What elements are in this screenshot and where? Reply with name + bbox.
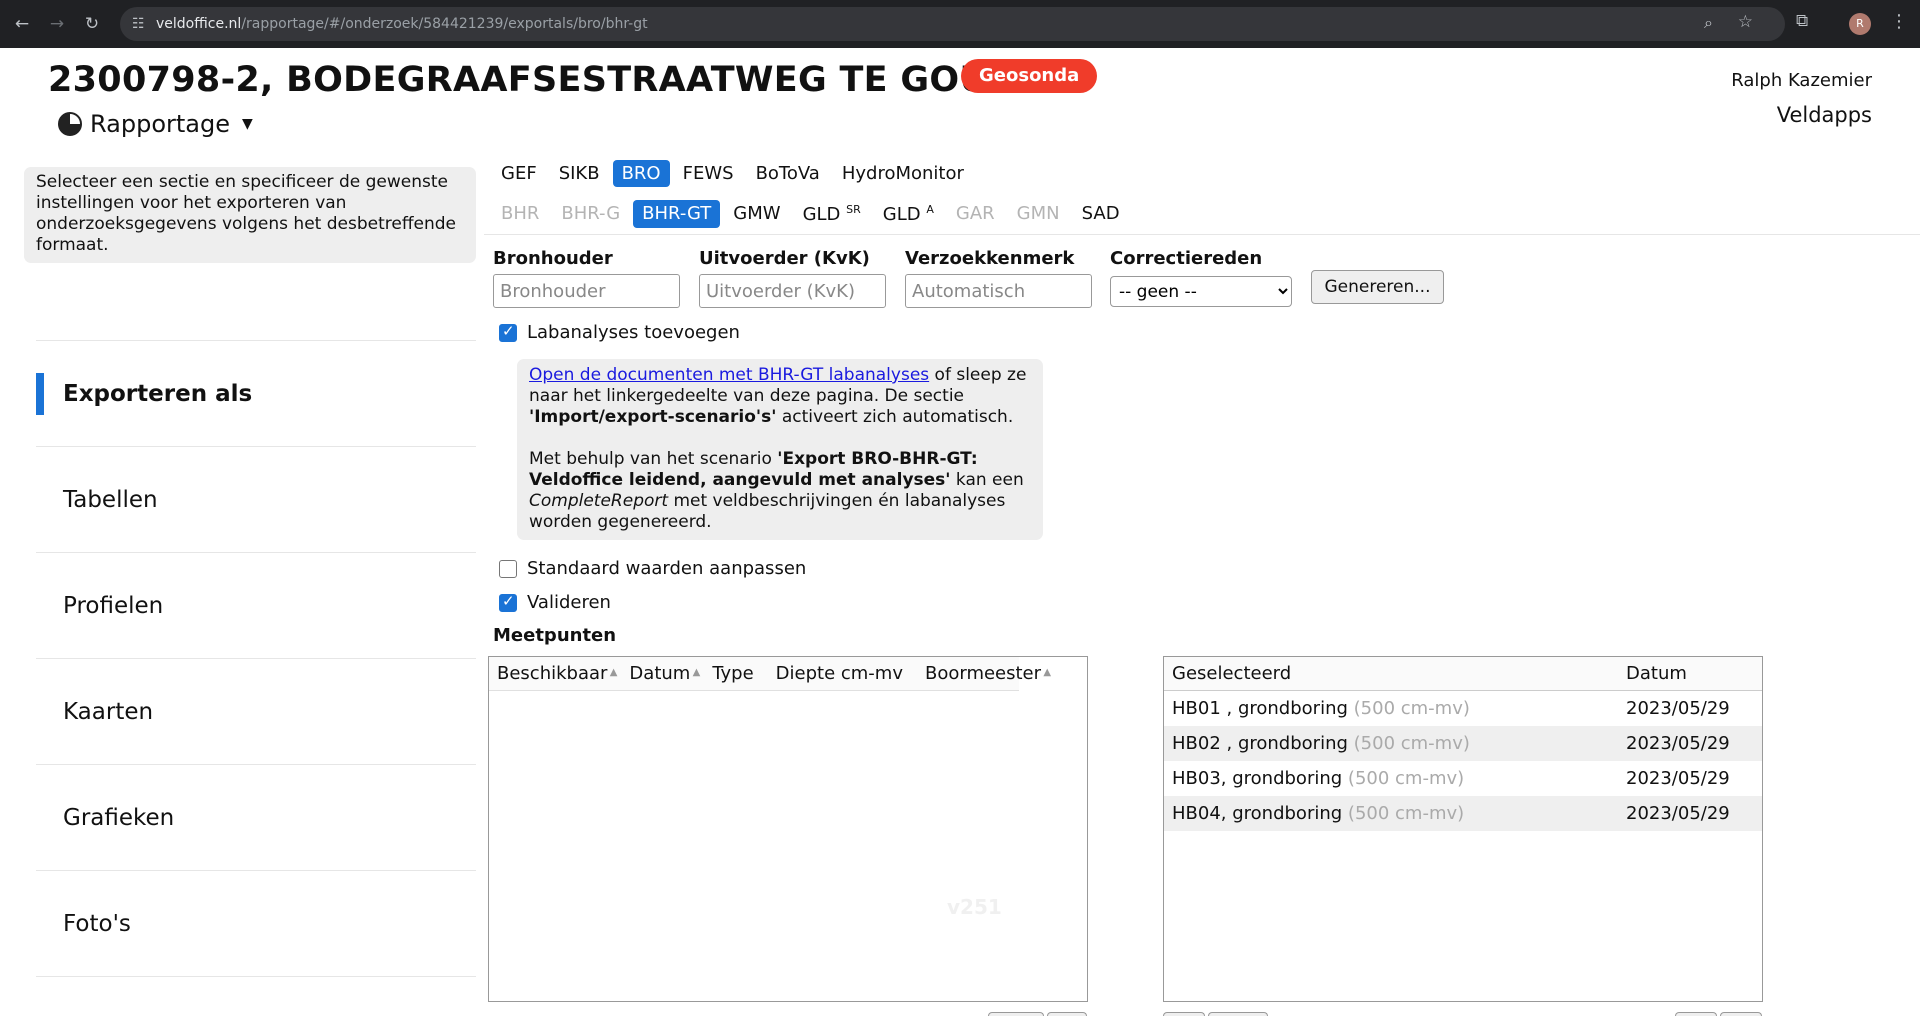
labanalyses-option[interactable]: Labanalyses toevoegen [499, 322, 740, 343]
standaard-checkbox[interactable] [499, 559, 517, 578]
table-row[interactable]: HB01 , grondboring (500 cm-mv) 2023/05/2… [1164, 691, 1762, 726]
column-diepte[interactable]: Diepte cm-mv [776, 663, 903, 684]
subtab-sad[interactable]: SAD [1073, 200, 1129, 228]
tab-gef[interactable]: GEF [492, 160, 546, 187]
column-geselecteerd[interactable]: Geselecteerd [1164, 663, 1626, 684]
list-action-button[interactable] [1047, 1012, 1087, 1016]
valideren-checkbox[interactable] [499, 592, 517, 612]
version-label: v251 [947, 895, 1002, 919]
url-text[interactable]: veldoffice.nl/rapportage/#/onderzoek/584… [156, 14, 648, 34]
zoom-icon[interactable]: ⌕ [1704, 13, 1713, 33]
labanalyses-label[interactable]: Labanalyses toevoegen [527, 322, 740, 343]
subtab-gld-sr[interactable]: GLD SR [794, 200, 870, 228]
column-boormeester[interactable]: Boormeester [925, 663, 1051, 684]
column-type[interactable]: Type [712, 663, 753, 684]
verzoekkenmerk-input[interactable] [905, 274, 1092, 308]
profile-avatar[interactable]: R [1849, 13, 1871, 35]
tab-botova[interactable]: BoToVa [747, 160, 829, 187]
column-beschikbaar[interactable]: Beschikbaar [497, 663, 618, 684]
kebab-menu-icon[interactable]: ⋮ [1890, 10, 1908, 34]
sidebar-item-kaarten[interactable]: Kaarten [36, 658, 476, 764]
bronhouder-input[interactable] [493, 274, 680, 308]
subtab-gar[interactable]: GAR [947, 200, 1004, 228]
back-icon[interactable]: ← [10, 12, 34, 36]
bro-subtabs: BHR BHR-G BHR-GT GMW GLD SR GLD A GAR GM… [492, 200, 1133, 228]
generate-button[interactable]: Genereren... [1311, 270, 1444, 304]
address-bar[interactable]: ☷ veldoffice.nl/rapportage/#/onderzoek/5… [120, 7, 1785, 41]
subtab-bhr-gt[interactable]: BHR-GT [633, 200, 721, 228]
standaard-label[interactable]: Standaard waarden aanpassen [527, 558, 806, 579]
company-badge: Geosonda [961, 59, 1098, 93]
list-action-button[interactable] [1675, 1012, 1717, 1016]
uitvoerder-group: Uitvoerder (KvK) [699, 248, 886, 308]
bookmark-star-icon[interactable]: ☆ [1738, 12, 1753, 32]
format-tabs: GEF SIKB BRO FEWS BoToVa HydroMonitor [492, 160, 977, 187]
forward-icon[interactable]: → [45, 12, 69, 36]
valideren-label[interactable]: Valideren [527, 592, 611, 613]
subtab-gmn[interactable]: GMN [1008, 200, 1069, 228]
site-settings-icon[interactable]: ☷ [132, 13, 145, 35]
subtab-bhr-g[interactable]: BHR-G [552, 200, 629, 228]
column-datum-selected[interactable]: Datum [1626, 663, 1687, 684]
correctiereden-select[interactable]: -- geen -- [1110, 276, 1292, 307]
pie-chart-icon [58, 112, 82, 136]
correctiereden-label: Correctiereden [1110, 248, 1263, 269]
caret-down-icon: ▼ [242, 116, 253, 132]
column-datum[interactable]: Datum [629, 663, 700, 684]
list-action-button[interactable] [1163, 1012, 1205, 1016]
extensions-icon[interactable]: ⧉ [1796, 11, 1808, 31]
sidebar-item-exporteren-als[interactable]: Exporteren als [36, 340, 476, 446]
user-name[interactable]: Ralph Kazemier [1731, 70, 1872, 91]
tab-fews[interactable]: FEWS [674, 160, 743, 187]
table-row[interactable]: HB03, grondboring (500 cm-mv) 2023/05/29 [1164, 761, 1762, 796]
table-row[interactable]: HB04, grondboring (500 cm-mv) 2023/05/29 [1164, 796, 1762, 831]
mode-label: Rapportage [90, 110, 230, 138]
meetpunten-label: Meetpunten [493, 625, 617, 646]
selected-grid-header: Geselecteerd Datum [1164, 657, 1762, 691]
reload-icon[interactable]: ↻ [80, 12, 104, 36]
labanalyses-checkbox[interactable] [499, 322, 517, 342]
verzoekkenmerk-group: Verzoekkenmerk [905, 248, 1092, 308]
subtab-gmw[interactable]: GMW [724, 200, 789, 228]
selected-grid[interactable]: Geselecteerd Datum HB01 , grondboring (5… [1163, 656, 1763, 1002]
mode-dropdown[interactable]: Rapportage ▼ [58, 110, 253, 138]
tab-bro[interactable]: BRO [612, 160, 670, 187]
available-grid-header: Beschikbaar Datum Type Diepte cm-mv Boor… [489, 657, 1051, 691]
sidebar-nav: Exporteren als Tabellen Profielen Kaarte… [36, 340, 476, 977]
available-grid[interactable]: Beschikbaar Datum Type Diepte cm-mv Boor… [488, 656, 1088, 1002]
open-labanalyses-link[interactable]: Open de documenten met BHR-GT labanalyse… [529, 365, 929, 385]
list-action-button[interactable] [988, 1012, 1044, 1016]
uitvoerder-input[interactable] [699, 274, 886, 308]
uitvoerder-label: Uitvoerder (KvK) [699, 248, 870, 269]
page-title: 2300798-2, BODEGRAAFSESTRAATWEG TE GOUDA [48, 60, 1045, 100]
table-row[interactable]: HB02 , grondboring (500 cm-mv) 2023/05/2… [1164, 726, 1762, 761]
verzoekkenmerk-label: Verzoekkenmerk [905, 248, 1075, 269]
list-action-button[interactable] [1720, 1012, 1762, 1016]
bronhouder-label: Bronhouder [493, 248, 613, 269]
labanalyses-note: Open de documenten met BHR-GT labanalyse… [517, 359, 1043, 540]
standaard-option[interactable]: Standaard waarden aanpassen [499, 558, 806, 579]
sidebar-item-fotos[interactable]: Foto's [36, 870, 476, 976]
bronhouder-group: Bronhouder [493, 248, 680, 308]
sidebar-info: Selecteer een sectie en specificeer de g… [24, 167, 476, 263]
valideren-option[interactable]: Valideren [499, 592, 611, 613]
tab-hydromonitor[interactable]: HydroMonitor [833, 160, 973, 187]
tabs-divider [484, 234, 1920, 235]
app-name[interactable]: Veldapps [1777, 103, 1872, 127]
browser-toolbar: ← → ↻ ☷ veldoffice.nl/rapportage/#/onder… [0, 0, 1920, 48]
correctiereden-group: Correctiereden -- geen -- [1110, 248, 1292, 307]
sidebar-item-profielen[interactable]: Profielen [36, 552, 476, 658]
subtab-bhr[interactable]: BHR [492, 200, 548, 228]
sidebar-item-grafieken[interactable]: Grafieken [36, 764, 476, 870]
list-action-button[interactable] [1208, 1012, 1268, 1016]
sidebar-item-tabellen[interactable]: Tabellen [36, 446, 476, 552]
tab-sikb[interactable]: SIKB [550, 160, 609, 187]
subtab-gld-a[interactable]: GLD A [874, 200, 943, 228]
